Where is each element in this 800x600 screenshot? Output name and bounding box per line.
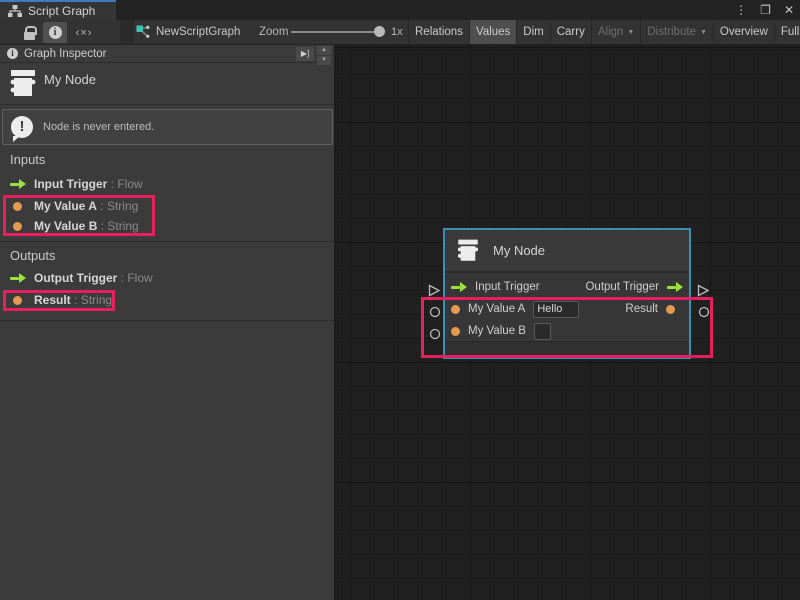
script-graph-window: Script Graph ⋮ ❐ ✕ i ‹×› NewScriptGraph: [0, 0, 800, 600]
tab-script-graph[interactable]: Script Graph: [0, 0, 116, 20]
tab-title: Script Graph: [28, 4, 95, 18]
warning-text: Node is never entered.: [43, 121, 154, 133]
port-row-my-value-a: My Value A : String: [10, 197, 138, 215]
value-output-port-result[interactable]: [698, 306, 710, 318]
value-port-icon: [13, 202, 22, 211]
node-title: My Node: [44, 72, 96, 87]
node-title: My Node: [493, 243, 545, 258]
graph-inspector-panel: i Graph Inspector ▶] ▲ ▼ My Node ! Node …: [0, 45, 336, 600]
node-body: Input Trigger Output Trigger My Value A …: [445, 273, 689, 341]
scroll-up-button[interactable]: ▲: [317, 46, 331, 55]
zoom-slider-knob[interactable]: [374, 26, 385, 37]
toolbar-section-divider: [120, 20, 134, 44]
port-row-output-trigger: Output Trigger : Flow: [10, 269, 153, 287]
value-port-icon: [451, 305, 460, 314]
zoom-label: Zoom: [259, 26, 288, 38]
inputs-section-title: Inputs: [10, 152, 45, 167]
zoom-value: 1x: [391, 26, 403, 38]
graph-breadcrumb[interactable]: NewScriptGraph: [136, 20, 240, 44]
port-row-result: Result : String: [10, 291, 112, 309]
value-port-icon: [13, 296, 22, 305]
flow-output-port[interactable]: [697, 284, 710, 297]
window-controls: ⋮ ❐ ✕: [733, 0, 796, 20]
overview-button[interactable]: Overview: [713, 20, 774, 44]
carry-button[interactable]: Carry: [550, 20, 591, 44]
edit-script-button[interactable]: ‹×›: [70, 22, 98, 43]
port-row-input-trigger: Input Trigger : Flow: [10, 175, 143, 193]
info-icon: i: [49, 26, 62, 39]
value-port-icon: [666, 305, 675, 314]
toolbar: i ‹×› NewScriptGraph Zoom 1x Relations V…: [0, 20, 800, 45]
flow-port-icon: [451, 282, 467, 292]
distribute-dropdown[interactable]: Distribute ▼: [640, 20, 713, 44]
result-label: Result: [625, 303, 658, 315]
dim-button[interactable]: Dim: [516, 20, 549, 44]
value-b-label: My Value B: [468, 325, 526, 337]
align-dropdown[interactable]: Align ▼: [591, 20, 641, 44]
fullscreen-button[interactable]: Full S: [774, 20, 800, 44]
window-menu-icon[interactable]: ⋮: [733, 0, 749, 20]
titlebar: Script Graph ⋮ ❐ ✕: [0, 0, 800, 20]
unit-node-icon: [8, 68, 38, 100]
value-port-icon: [13, 222, 22, 231]
lock-button[interactable]: [17, 22, 41, 43]
selected-node-summary: My Node: [0, 64, 334, 105]
value-a-input[interactable]: [533, 301, 579, 318]
graph-canvas[interactable]: My Node Input Trigger Output Trigger My …: [336, 45, 800, 600]
script-graph-asset-icon: [136, 25, 150, 39]
dock-panel-button[interactable]: ▶]: [296, 47, 314, 61]
node-footer: [445, 341, 689, 355]
maximize-icon[interactable]: ❐: [758, 0, 773, 20]
zoom-slider-track[interactable]: [291, 31, 381, 33]
inspector-toggle-button[interactable]: i: [43, 22, 67, 43]
value-input-port-a[interactable]: [429, 306, 441, 318]
flow-port-icon: [10, 273, 26, 283]
unit-node-icon: [455, 238, 481, 264]
values-button[interactable]: Values: [469, 20, 516, 44]
node-row-triggers: Input Trigger Output Trigger: [451, 277, 683, 297]
outputs-section-title: Outputs: [10, 248, 56, 263]
value-port-icon: [451, 327, 460, 336]
warning-icon: !: [11, 116, 33, 138]
code-icon: ‹×›: [76, 27, 93, 39]
value-b-input[interactable]: [534, 323, 551, 340]
port-row-my-value-b: My Value B : String: [10, 217, 139, 235]
info-icon: i: [7, 48, 18, 59]
flow-port-icon: [667, 282, 683, 292]
close-icon[interactable]: ✕: [782, 0, 796, 20]
chevron-down-icon: ▼: [627, 29, 634, 36]
chevron-down-icon: ▼: [700, 29, 707, 36]
graph-name: NewScriptGraph: [156, 26, 240, 38]
node-row-value-a: My Value A Result: [451, 299, 683, 319]
panel-spinner: ▲ ▼: [317, 46, 331, 66]
node-header[interactable]: My Node: [445, 230, 689, 273]
value-input-port-b[interactable]: [429, 328, 441, 340]
inspector-title: Graph Inspector: [24, 48, 106, 60]
node-row-value-b: My Value B: [451, 321, 683, 341]
value-a-label: My Value A: [468, 303, 525, 315]
inspector-header: i Graph Inspector: [0, 45, 334, 63]
flow-port-icon: [10, 179, 26, 189]
input-trigger-label: Input Trigger: [475, 281, 540, 293]
graph-hierarchy-icon: [8, 5, 22, 17]
section-divider: [0, 241, 334, 242]
relations-button[interactable]: Relations: [408, 20, 469, 44]
view-buttons-group: Relations Values Dim Carry Align ▼ Distr…: [408, 20, 800, 44]
output-trigger-label: Output Trigger: [585, 281, 659, 293]
lock-icon: [24, 32, 35, 40]
flow-input-port[interactable]: [428, 284, 441, 297]
my-node[interactable]: My Node Input Trigger Output Trigger My …: [443, 228, 691, 359]
warning-message: ! Node is never entered.: [2, 109, 333, 145]
section-divider: [0, 320, 334, 321]
